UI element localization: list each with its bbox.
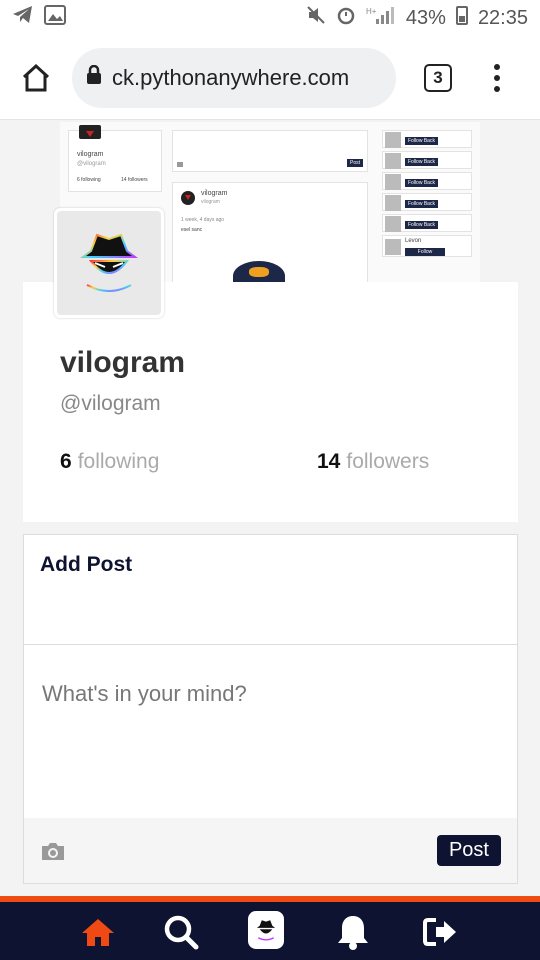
add-post-footer: Post <box>24 818 517 883</box>
cover-mini-post-handle: vilogram <box>201 199 220 205</box>
followers-count: 14 <box>317 450 341 473</box>
alarm-icon <box>336 5 356 31</box>
cover-suggested-user: Levon <box>405 238 422 244</box>
post-text-input[interactable] <box>24 645 517 817</box>
bottom-nav <box>0 902 540 960</box>
browser-home-button[interactable] <box>14 56 58 100</box>
cover-follow-back-1: Follow Back <box>405 137 438 145</box>
bell-icon <box>338 916 368 950</box>
gallery-icon <box>44 5 66 31</box>
cover-mini-post-input: Post <box>172 130 368 172</box>
logout-icon <box>423 918 456 946</box>
profile-avatar-icon <box>256 920 276 941</box>
cover-mini-username: vilogram <box>77 151 104 158</box>
cover-mini-post: vilogram vilogram 1 week, 4 days ago ese… <box>172 182 368 284</box>
cover-follow-back-2: Follow Back <box>405 158 438 166</box>
following-label: following <box>77 450 160 473</box>
svg-text:H+: H+ <box>366 7 377 16</box>
profile-name: vilogram <box>60 346 186 379</box>
cover-mini-followers: 14 followers <box>121 177 148 183</box>
nav-profile-button[interactable] <box>248 911 284 949</box>
home-outline-icon <box>22 63 50 91</box>
add-post-card: Add Post Post <box>23 534 518 884</box>
url-text: ck.pythonanywhere.com <box>112 64 350 90</box>
camera-icon[interactable] <box>40 840 66 862</box>
hacker-avatar-icon <box>80 233 138 292</box>
lock-icon <box>86 64 102 90</box>
cover-follow-back-4: Follow Back <box>405 200 438 208</box>
browser-toolbar: ck.pythonanywhere.com 3 <box>0 36 540 120</box>
following-stat[interactable]: 6 following <box>60 450 159 474</box>
nav-search-button[interactable] <box>163 914 199 950</box>
nav-home-button[interactable] <box>80 914 116 950</box>
cover-mini-handle: @vilogram <box>77 161 106 167</box>
followers-label: followers <box>346 450 430 473</box>
signal-icon: H+ <box>366 5 396 31</box>
cover-mini-profile: vilogram @vilogram 6 following 14 follow… <box>68 125 162 192</box>
status-bar: H+ 43% 22:35 <box>0 0 540 36</box>
cover-mini-post-time: 1 week, 4 days ago <box>181 217 225 223</box>
cover-mini-post-text: esel sanc <box>181 227 203 233</box>
telegram-icon <box>12 5 34 31</box>
cover-follow-back-3: Follow Back <box>405 179 438 187</box>
search-icon <box>164 915 199 950</box>
nav-notifications-button[interactable] <box>335 914 371 950</box>
cover-mini-post-button: Post <box>346 159 363 167</box>
cover-follow-back-5: Follow Back <box>405 221 438 229</box>
post-button[interactable]: Post <box>436 835 501 866</box>
url-bar[interactable]: ck.pythonanywhere.com <box>72 47 396 108</box>
tab-switcher-button[interactable]: 3 <box>424 63 452 92</box>
clock: 22:35 <box>477 6 528 29</box>
followers-stat[interactable]: 14 followers <box>317 450 429 474</box>
cover-mini-camera-icon <box>177 162 183 167</box>
profile-handle: @vilogram <box>60 392 161 415</box>
battery-percent: 43% <box>405 6 446 29</box>
cover-mini-post-author: vilogram <box>201 190 228 197</box>
browser-menu-button[interactable] <box>492 63 502 92</box>
cover-follow-button: Follow <box>405 248 445 256</box>
mute-icon <box>306 5 326 31</box>
profile-avatar[interactable] <box>54 208 164 318</box>
nav-logout-button[interactable] <box>422 914 458 950</box>
add-post-title: Add Post <box>24 535 517 645</box>
cover-mini-following: 6 following <box>77 177 101 183</box>
battery-icon <box>455 5 468 31</box>
home-icon <box>82 919 114 946</box>
following-count: 6 <box>60 450 72 473</box>
